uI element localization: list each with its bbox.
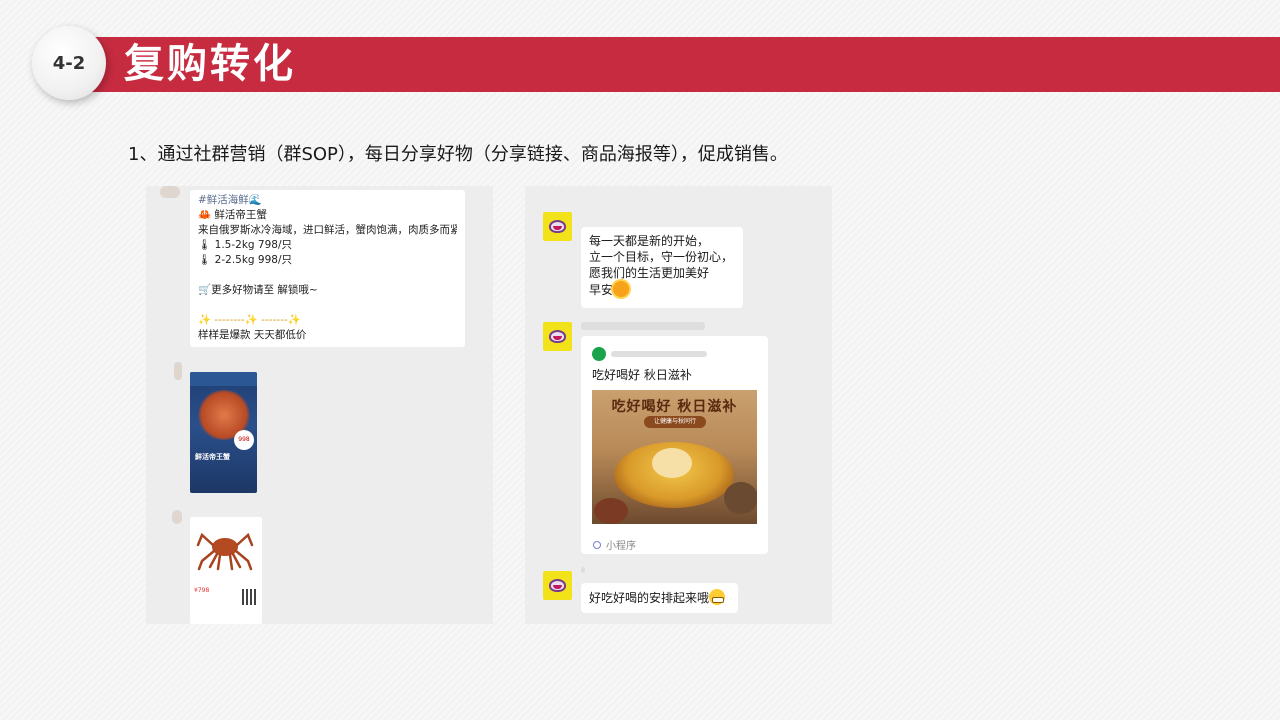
avatar: [543, 212, 572, 241]
message-line: 每一天都是新的开始，: [589, 234, 710, 248]
avatar: [160, 186, 180, 198]
mini-program-title: 吃好喝好 秋日滋补: [592, 368, 692, 382]
avatar: [174, 362, 182, 380]
poster-product-name: 鲜活帝王蟹: [195, 453, 230, 461]
image-tag: 让健康与秋同行: [644, 416, 706, 428]
card-line: #鲜活海鲜🌊: [198, 194, 262, 206]
message-line: 立一个目标，守一份初心，: [589, 250, 734, 264]
message-line: 早安: [589, 283, 614, 297]
image-heading: 吃好喝好 秋日滋补: [611, 399, 738, 415]
card-line: 🦀 鲜活帝王蟹: [198, 209, 267, 221]
sun-emoji-icon: [613, 281, 630, 297]
subtitle-text: 1、通过社群营销（群SOP），每日分享好物（分享链接、商品海报等），促成销售。: [128, 144, 788, 165]
left-chat-screenshot: #鲜活海鲜🌊 🦀 鲜活帝王蟹 来自俄罗斯冰冷海域，进口鲜活，蟹肉饱满，肉质多而紧…: [146, 186, 493, 624]
mini-program-footer: 小程序: [592, 537, 636, 552]
page-title: 复购转化: [124, 41, 296, 87]
mini-program-icon: [592, 540, 602, 550]
crab-icon: [196, 532, 254, 571]
sender-name-blurred: [581, 322, 705, 330]
card-line: 🛒更多好物请至 解锁哦~: [198, 284, 318, 296]
card-line: 来自俄罗斯冰冷海域，进口鲜活，蟹肉饱满，肉质多而紧实: [198, 224, 457, 236]
chat-bubble-food: 好吃好喝的安排起来哦: [581, 583, 738, 613]
mini-program-image: 吃好喝好 秋日滋补 让健康与秋同行: [592, 390, 757, 524]
brand-logo-icon: [592, 347, 606, 361]
avatar: [543, 322, 572, 351]
product-poster-king-crab[interactable]: 998 鲜活帝王蟹: [190, 372, 257, 493]
mini-program-card[interactable]: 吃好喝好 秋日滋补 吃好喝好 秋日滋补 让健康与秋同行 小程序: [581, 336, 768, 554]
avatar: [543, 571, 572, 600]
poster-price: ¥798: [194, 587, 210, 594]
poster-price: 998: [234, 430, 254, 450]
message-line: 愿我们的生活更加美好: [589, 266, 710, 280]
right-chat-screenshot: 每一天都是新的开始， 立一个目标，守一份初心， 愿我们的生活更加美好 早安 吃好…: [525, 186, 832, 624]
chat-bubble-morning: 每一天都是新的开始， 立一个目标，守一份初心， 愿我们的生活更加美好 早安: [581, 227, 743, 308]
avatar: [172, 510, 182, 524]
product-message-card: #鲜活海鲜🌊 🦀 鲜活帝王蟹 来自俄罗斯冰冷海域，进口鲜活，蟹肉饱满，肉质多而紧…: [190, 190, 465, 347]
message-text: 好吃好喝的安排起来哦: [589, 591, 710, 605]
grin-emoji-icon: [709, 589, 726, 605]
product-poster-crab-white[interactable]: ¥798: [190, 517, 262, 624]
qr-code-icon: [242, 589, 258, 605]
card-line: 🌡 1.5-2kg 798/只: [198, 239, 292, 251]
section-number-badge: 4-2: [32, 26, 106, 100]
card-line: 🌡 2-2.5kg 998/只: [198, 254, 292, 266]
mini-program-label: 小程序: [606, 541, 636, 552]
card-line: ✨ --------✨ -------✨: [198, 314, 301, 326]
card-line: 样样是爆款 天天都低价: [198, 329, 307, 341]
